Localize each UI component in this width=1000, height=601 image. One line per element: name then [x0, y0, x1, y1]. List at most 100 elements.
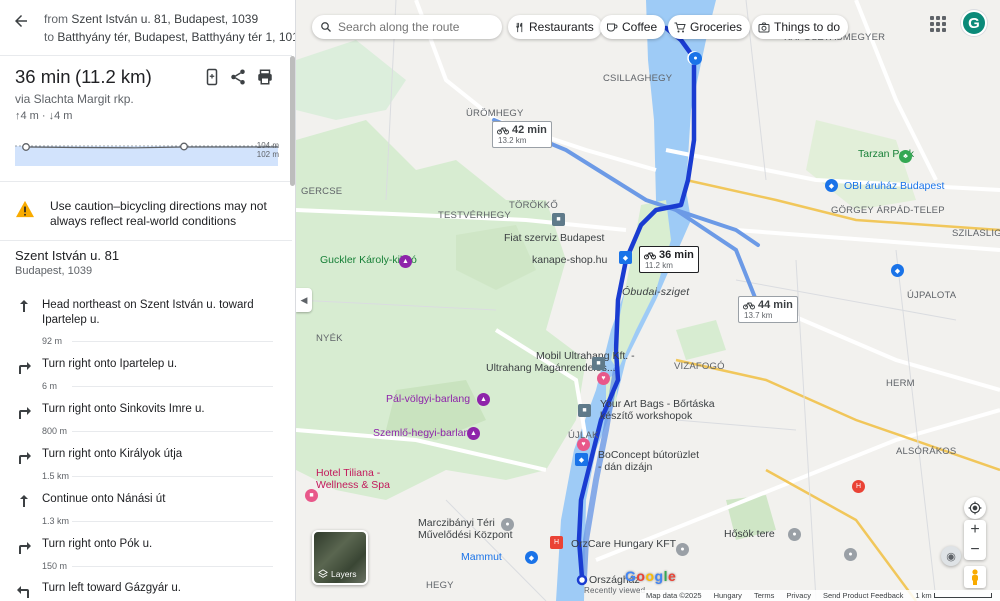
place-label[interactable]: Wellness & Spa [316, 479, 390, 491]
back-button[interactable] [8, 8, 34, 34]
car-service-pin[interactable]: ■ [552, 213, 565, 226]
turn-right-icon [19, 362, 31, 374]
step-instruction: Turn right onto Ipartelep u. [42, 358, 178, 370]
collapse-panel-button[interactable]: ◀ [296, 288, 312, 312]
place-label[interactable]: Fiat szerviz Budapest [504, 232, 604, 244]
zoom-in-button[interactable]: + [970, 520, 979, 540]
chip-restaurants[interactable]: Restaurants [508, 15, 602, 39]
shop-pin[interactable]: ◆ [825, 179, 838, 192]
layers-icon [318, 569, 328, 578]
privacy-link[interactable]: Privacy [786, 591, 811, 600]
zoom-out-button[interactable]: − [970, 540, 979, 560]
cave-pin[interactable]: ▲ [477, 393, 490, 406]
place-label[interactable]: Mobil Ultrahang Kft. - [536, 350, 635, 362]
chip-label: Things to do [774, 20, 841, 34]
chip-groceries[interactable]: Groceries [668, 15, 751, 39]
mall-pin[interactable]: ◆ [525, 551, 538, 564]
route-to: to Batthyány tér, Budapest, Batthyány té… [44, 30, 295, 44]
to-address[interactable]: Batthyány tér, Budapest, Batthyány tér 1… [57, 30, 295, 44]
from-address[interactable]: Szent István u. 81, Budapest, 1039 [71, 12, 258, 26]
step-distance: 150 m [42, 561, 68, 571]
place-label[interactable]: Szemlő-hegyi-barlang [373, 427, 475, 439]
place-label[interactable]: Your Art Bags - Bőrtáska [600, 398, 715, 410]
place-label[interactable]: kanape-shop.hu [532, 254, 607, 266]
workshop-pin[interactable]: ■ [578, 404, 591, 417]
place-label[interactable]: OrzCare Hungary KFT [571, 538, 676, 550]
area-label: GERCSE [301, 186, 343, 197]
street-view-orb[interactable]: ◉ [941, 546, 961, 566]
turn-right-icon [19, 542, 31, 554]
region-link[interactable]: Hungary [714, 591, 742, 600]
place-label[interactable]: Pál-völgyi-barlang [386, 393, 470, 405]
google-apps-icon[interactable] [930, 16, 946, 32]
search-input[interactable] [338, 20, 488, 34]
hotel-pin[interactable]: ■ [305, 489, 318, 502]
place-label[interactable]: Mammut [461, 551, 502, 563]
place-pin[interactable]: ● [676, 543, 689, 556]
area-label: CSILLAGHEGY [603, 73, 673, 84]
place-label[interactable]: OBI áruház Budapest [844, 180, 944, 192]
elevation-max-label: 104 m [256, 141, 279, 150]
route-from: from Szent István u. 81, Budapest, 1039 [44, 12, 258, 26]
cave-pin[interactable]: ▲ [467, 427, 480, 440]
place-pin[interactable]: ● [844, 548, 857, 561]
my-location-button[interactable] [964, 497, 986, 519]
hospital-pin[interactable]: H [852, 480, 865, 493]
layers-button[interactable]: Layers [312, 530, 368, 585]
pegman-button[interactable] [964, 566, 986, 588]
google-logo: Google [625, 568, 677, 584]
shop-pin[interactable]: ◆ [619, 251, 632, 264]
send-to-phone-icon[interactable] [203, 68, 221, 86]
panel-scrollbar[interactable] [290, 56, 295, 186]
place-label[interactable]: készítő workshopok [600, 410, 692, 422]
step-divider [72, 386, 273, 387]
favorite-pin[interactable]: ♥ [577, 438, 590, 451]
place-pin[interactable]: ● [788, 528, 801, 541]
route-option-42min[interactable]: 42 min 13.2 km [492, 121, 552, 148]
place-label[interactable]: Hotel Tiliana - [316, 467, 380, 479]
destination-marker[interactable] [576, 574, 588, 586]
globe-icon: ◉ [946, 550, 956, 563]
divider [0, 181, 292, 182]
place-label[interactable]: Marczibányi Téri [418, 517, 495, 529]
map-canvas[interactable]: KÁPOSZTÁSMEGYER CSILLAGHEGY ÜRÖMHEGY Tar… [296, 0, 1000, 601]
recently-viewed-label: Recently viewed [584, 586, 646, 595]
place-label[interactable]: Hősök tere [724, 528, 775, 540]
place-pin[interactable]: ● [501, 518, 514, 531]
viewpoint-pin[interactable]: ▲ [399, 255, 412, 268]
clinic-pin[interactable]: ■ [592, 357, 605, 370]
chip-coffee[interactable]: Coffee [600, 15, 666, 39]
map-footer: Map data ©2025 Hungary Terms Privacy Sen… [640, 590, 1000, 601]
warning-icon [16, 200, 34, 218]
chip-label: Restaurants [529, 20, 594, 34]
favorite-pin[interactable]: ♥ [597, 372, 610, 385]
scale-control[interactable]: 1 km [915, 591, 992, 600]
shop-pin[interactable]: ◆ [891, 264, 904, 277]
step-instruction: Turn right onto Királyok útja [42, 448, 183, 460]
print-icon[interactable] [256, 68, 274, 86]
camera-icon [758, 22, 770, 32]
avatar[interactable]: G [961, 10, 987, 36]
terms-link[interactable]: Terms [754, 591, 774, 600]
feedback-link[interactable]: Send Product Feedback [823, 591, 903, 600]
place-label[interactable]: - dán dizájn [598, 461, 652, 473]
hospital-pin[interactable]: H [550, 536, 563, 549]
map-base [296, 0, 1000, 601]
share-icon[interactable] [229, 68, 247, 86]
search-along-route[interactable] [312, 15, 502, 39]
straight-arrow-icon [20, 495, 28, 507]
chip-label: Coffee [622, 20, 658, 34]
zoom-controls: + − [964, 520, 986, 560]
chip-things-to-do[interactable]: Things to do [752, 15, 849, 39]
park-pin[interactable]: ♣ [899, 150, 912, 163]
route-start-pin[interactable]: ● [689, 52, 702, 65]
route-option-36min[interactable]: 36 min 11.2 km [639, 246, 699, 273]
trip-duration: 36 min [15, 66, 71, 87]
place-label[interactable]: BoConcept bútorüzlet [598, 449, 699, 461]
furniture-store-pin[interactable]: ◆ [575, 453, 588, 466]
elevation-start-marker [22, 143, 30, 151]
route-distance: 13.7 km [744, 311, 773, 320]
place-label[interactable]: Művelődési Központ [418, 529, 513, 541]
route-option-44min[interactable]: 44 min 13.7 km [738, 296, 798, 323]
step-distance: 1.5 km [42, 471, 70, 481]
